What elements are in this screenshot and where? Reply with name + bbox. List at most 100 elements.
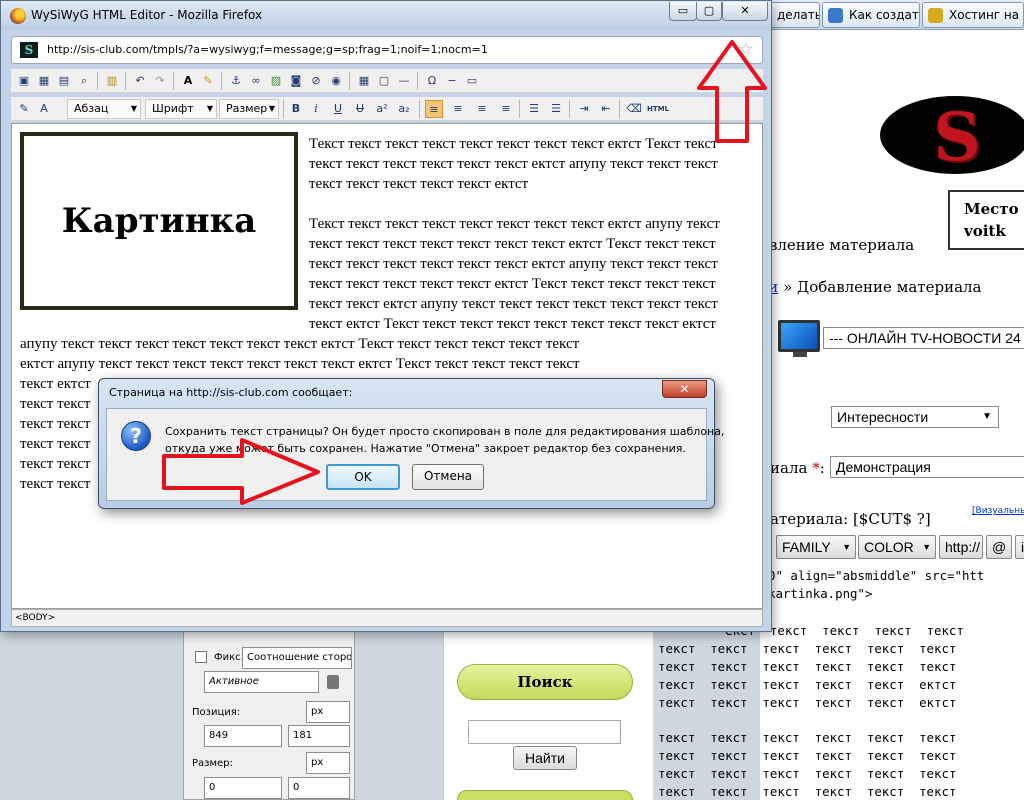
- unordered-list-icon[interactable]: ☰: [547, 100, 565, 118]
- taskbar-tab-2[interactable]: Как создать...: [822, 2, 920, 28]
- picture-placeholder[interactable]: Картинка: [20, 132, 298, 310]
- category-select[interactable]: Интересности ▼: [831, 406, 999, 428]
- preview-icon[interactable]: ▤: [55, 72, 73, 90]
- trash-icon[interactable]: [327, 675, 339, 689]
- window-title: WySiWyG HTML Editor - Mozilla Firefox: [31, 8, 263, 22]
- color-button[interactable]: COLOR ▼: [858, 535, 936, 559]
- editor-content-area[interactable]: Картинка Текст текст текст текст текст т…: [11, 123, 763, 609]
- tv-stand-icon: [793, 352, 807, 357]
- close-button[interactable]: ✕: [722, 2, 768, 21]
- editor-status-bar: <BODY>: [11, 609, 763, 627]
- chevron-down-icon: ▼: [982, 411, 992, 422]
- layer-icon[interactable]: ▢: [375, 72, 393, 90]
- link-icon[interactable]: ∞: [247, 72, 265, 90]
- editor-toolbar-1: ▣ ▦ ▤ ⌕ ▥ ↶ ↷ A ✎ ⚓ ∞ ▨ ◙ ⊘ ◉ ▦ ▢ — Ω − …: [11, 69, 763, 93]
- flash-icon[interactable]: ◙: [287, 72, 305, 90]
- image-icon[interactable]: ▨: [267, 72, 285, 90]
- size-label: Размер:: [192, 758, 233, 769]
- star-icon[interactable]: ☆: [738, 40, 754, 60]
- field-input[interactable]: Демонстрация: [830, 456, 1024, 478]
- size-select[interactable]: Размер ▼: [219, 99, 279, 119]
- tv-news-select[interactable]: --- ОНЛАЙН TV-НОВОСТИ 24: [823, 327, 1024, 349]
- paragraph-select[interactable]: Абзац ▼: [67, 99, 141, 119]
- minimize-button[interactable]: ▭: [669, 2, 697, 21]
- size-h-input[interactable]: 0: [288, 777, 350, 799]
- form-icon[interactable]: ▭: [463, 72, 481, 90]
- editor-toolbar-2: ✎ A Абзац ▼ Шрифт ▼ Размер ▼ B i U U a² a₂ …: [11, 97, 763, 121]
- paragraph-2: Текст текст текст текст текст текст текс…: [309, 216, 720, 332]
- indent-icon[interactable]: ⇥: [575, 100, 593, 118]
- paste-icon[interactable]: ▥: [103, 72, 121, 90]
- position-y-input[interactable]: 181: [288, 725, 350, 747]
- taskbar-tab-3[interactable]: Хостинг на ...: [922, 2, 1024, 28]
- address-bar[interactable]: S http://sis-club.com/tmpls/?a=wysiwyg;f…: [11, 36, 763, 64]
- at-button[interactable]: @: [986, 535, 1012, 559]
- anchor-icon[interactable]: ⚓: [227, 72, 245, 90]
- active-field[interactable]: Активное: [204, 671, 319, 693]
- site-favicon-icon: S: [20, 42, 38, 58]
- align-right-icon[interactable]: ≡: [473, 100, 491, 118]
- subscript-button[interactable]: a₂: [395, 100, 413, 118]
- visual-editor-link[interactable]: [Визуальный: [972, 506, 1024, 516]
- highlight-icon[interactable]: ✎: [199, 72, 217, 90]
- position-unit[interactable]: px: [306, 701, 350, 723]
- taskbar-tab-1[interactable]: делать...: [768, 2, 820, 28]
- chevron-down-icon: ▼: [206, 104, 213, 113]
- align-justify-icon[interactable]: ≡: [497, 100, 515, 118]
- confirm-dialog: Страница на http://sis-club.com сообщает…: [98, 378, 724, 509]
- bold-button[interactable]: B: [287, 100, 305, 118]
- http-button[interactable]: http://: [939, 535, 983, 559]
- save-icon[interactable]: ▣: [15, 72, 33, 90]
- editor-window: WySiWyG HTML Editor - Mozilla Firefox ▭ …: [0, 0, 772, 632]
- search-input[interactable]: [468, 720, 621, 744]
- italic-button[interactable]: i: [1015, 535, 1024, 559]
- paragraph-1: Текст текст текст текст текст текст текс…: [309, 136, 718, 192]
- line-icon[interactable]: −: [443, 72, 461, 90]
- position-x-input[interactable]: 849: [204, 725, 282, 747]
- fix-checkbox[interactable]: [195, 651, 207, 663]
- tv-icon: [778, 320, 820, 352]
- breadcrumb: ти » Добавление материала: [760, 278, 982, 296]
- cancel-button[interactable]: Отмена: [412, 464, 484, 490]
- maximize-button[interactable]: ▢: [696, 2, 722, 21]
- italic-button[interactable]: i: [307, 100, 325, 118]
- green-section-bar: [457, 790, 633, 800]
- font-select[interactable]: Шрифт ▼: [145, 99, 217, 119]
- size-unit[interactable]: px: [306, 752, 350, 774]
- size-w-input[interactable]: 0: [204, 777, 282, 799]
- html-icon[interactable]: HTML: [647, 100, 669, 118]
- ordered-list-icon[interactable]: ☰: [525, 100, 543, 118]
- align-left-icon[interactable]: ≡: [425, 100, 443, 118]
- eraser-icon[interactable]: ⌫: [625, 100, 643, 118]
- table-icon[interactable]: ▦: [355, 72, 373, 90]
- redo-icon[interactable]: ↷: [151, 72, 169, 90]
- hr-icon[interactable]: —: [395, 72, 413, 90]
- family-button[interactable]: FAMILY ▼: [776, 535, 856, 559]
- code-text-block-2: текст текст текст текст текст текст текс…: [658, 730, 957, 799]
- media-icon[interactable]: ◉: [327, 72, 345, 90]
- align-center-icon[interactable]: ≡: [449, 100, 467, 118]
- chevron-down-icon: ▼: [268, 104, 275, 113]
- underline-button[interactable]: U: [329, 100, 347, 118]
- no-icon[interactable]: ⊘: [307, 72, 325, 90]
- material-label: атериала: [$CUT$ ?]: [770, 510, 931, 528]
- dialog-body: ? Сохранить текст страницы? Он будет про…: [106, 408, 724, 501]
- page-icon: [828, 8, 843, 23]
- undo-icon[interactable]: ↶: [131, 72, 149, 90]
- strike-button[interactable]: U: [351, 100, 369, 118]
- outdent-icon[interactable]: ⇤: [597, 100, 615, 118]
- text-color-icon[interactable]: A: [179, 72, 197, 90]
- style-icon[interactable]: A: [35, 100, 53, 118]
- find-icon[interactable]: ⌕: [75, 72, 93, 90]
- ok-button[interactable]: OK: [326, 464, 400, 490]
- fix-value[interactable]: Соотношение сторон: [242, 647, 352, 669]
- omega-icon[interactable]: Ω: [423, 72, 441, 90]
- dialog-close-button[interactable]: ✕: [662, 380, 707, 398]
- edit-icon[interactable]: ✎: [15, 100, 33, 118]
- close-doc-icon[interactable]: ▦: [35, 72, 53, 90]
- superscript-button[interactable]: a²: [373, 100, 391, 118]
- url-text: http://sis-club.com/tmpls/?a=wysiwyg;f=m…: [47, 43, 488, 56]
- dialog-message: Сохранить текст страницы? Он будет прост…: [165, 425, 725, 455]
- find-button[interactable]: Найти: [513, 746, 577, 770]
- properties-panel: Фикс.: Соотношение сторон Активное Позиц…: [183, 630, 355, 800]
